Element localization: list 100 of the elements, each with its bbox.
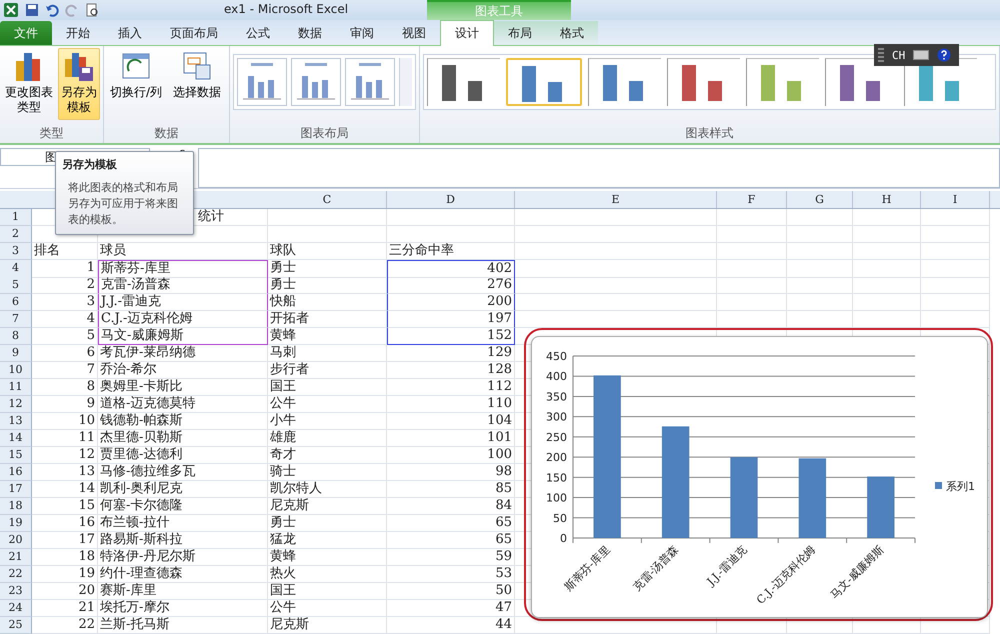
row-header[interactable]: 9 [0,345,32,362]
column-header[interactable]: D [387,191,515,208]
table-cell: 84 [387,498,515,515]
table-cell: 101 [387,430,515,447]
table-cell [853,226,921,243]
chart-style-thumbnail[interactable] [667,58,740,106]
table-cell: 雄鹿 [268,430,387,447]
print-preview-icon[interactable] [85,3,99,17]
bar [867,476,894,538]
chart-layout-thumbnail[interactable] [291,58,341,106]
row-header[interactable]: 5 [0,277,32,294]
table-cell: 马文-威廉姆斯 [98,328,268,345]
table-cell: 赛斯-库里 [98,583,268,600]
table-cell: 22 [32,617,98,634]
row-header[interactable]: 17 [0,481,32,498]
table-cell: 尼克斯 [268,617,387,634]
column-header[interactable]: F [717,191,787,208]
ribbon-tab[interactable]: 格式 [546,21,598,45]
chart-style-thumbnail[interactable] [427,58,500,106]
row-header[interactable]: 10 [0,362,32,379]
column-header[interactable]: C [268,191,387,208]
row-header[interactable]: 11 [0,379,32,396]
row-header[interactable]: 6 [0,294,32,311]
chart-layout-thumbnail[interactable] [345,58,395,106]
excel-logo-icon [3,2,19,18]
row-header[interactable]: 22 [0,566,32,583]
ribbon-tab[interactable]: 审阅 [336,21,388,45]
ribbon-tab[interactable]: 视图 [388,21,440,45]
tooltip-title: 另存为模板 [62,157,118,172]
row-header[interactable]: 4 [0,260,32,278]
column-header[interactable]: I [921,191,990,208]
row-header[interactable]: 3 [0,243,32,260]
ribbon-button[interactable]: 切换行/列 [107,48,165,120]
ribbon-button[interactable]: 另存为模板 [58,48,100,120]
ribbon-tab[interactable]: 数据 [284,21,336,45]
row-header[interactable]: 16 [0,464,32,481]
ribbon-tab[interactable]: 文件 [0,21,52,45]
table-cell: 53 [387,566,515,583]
table-cell [921,226,990,243]
ribbon-tab[interactable]: 页面布局 [156,21,232,45]
column-header[interactable]: E [515,191,717,208]
table-cell: 兰斯-托马斯 [98,617,268,634]
table-cell [787,294,853,311]
row-header[interactable]: 7 [0,311,32,328]
help-icon[interactable] [937,48,952,62]
row-header[interactable]: 20 [0,532,32,549]
ribbon-button[interactable]: 选择数据 [168,48,226,120]
column-header[interactable]: H [853,191,921,208]
row-header[interactable]: 2 [0,226,32,243]
axis-tick-label: 200 [546,451,567,464]
keyboard-icon[interactable] [913,50,930,60]
ribbon-tab[interactable]: 设计 [440,20,494,46]
row-header[interactable]: 13 [0,413,32,430]
table-cell: 129 [387,345,515,362]
row-header[interactable]: 12 [0,396,32,413]
row-header[interactable]: 1 [0,209,32,226]
table-cell: 斯蒂芬-库里 [98,260,268,278]
row-header[interactable]: 21 [0,549,32,566]
gallery-scrollbar[interactable] [399,58,412,106]
chart-layout-thumbnail[interactable] [237,58,287,106]
ribbon-button[interactable]: 更改图表类型 [3,48,55,120]
chart-style-thumbnail[interactable] [588,58,661,106]
table-cell: 110 [387,396,515,413]
column-header[interactable]: G [787,191,853,208]
category-label: 克雷-汤普森 [630,542,682,594]
table-cell: 黄蜂 [268,549,387,566]
table-cell: 开拓者 [268,311,387,328]
axis-tick-label: 400 [546,370,567,384]
row-header[interactable]: 8 [0,328,32,345]
row-header[interactable]: 14 [0,430,32,447]
save-icon[interactable] [25,3,39,17]
row-header[interactable]: 18 [0,498,32,515]
table-cell: 197 [387,311,515,328]
table-cell: 球队 [268,243,387,260]
language-bar[interactable]: CH [874,44,960,66]
row-header[interactable]: 15 [0,447,32,464]
table-cell [921,277,990,294]
ribbon-tab[interactable]: 公式 [232,21,284,45]
ribbon-tab[interactable]: 布局 [494,21,546,45]
table-cell: 3 [32,294,98,311]
axis-tick-label: 100 [546,492,567,505]
table-cell: 骑士 [268,464,387,481]
axis-tick-label: 350 [546,390,567,404]
row-header[interactable]: 19 [0,515,32,532]
row-header[interactable]: 24 [0,600,32,617]
table-cell: 402 [387,260,515,278]
row-header[interactable]: 23 [0,583,32,600]
table-cell: 47 [387,600,515,617]
chart-style-thumbnail[interactable] [506,58,582,106]
table-cell: 特洛伊-丹尼尔斯 [98,549,268,566]
ribbon-tab[interactable]: 插入 [104,21,156,45]
ribbon-tab[interactable]: 开始 [52,21,104,45]
row-header[interactable]: 25 [0,617,32,634]
language-label: CH [892,48,906,62]
formula-field[interactable] [198,148,1000,188]
table-cell: 85 [387,481,515,498]
table-cell: 球员 [98,243,268,260]
undo-icon[interactable] [45,3,59,17]
chart-style-thumbnail[interactable] [746,58,819,106]
grip-icon[interactable] [878,48,884,62]
